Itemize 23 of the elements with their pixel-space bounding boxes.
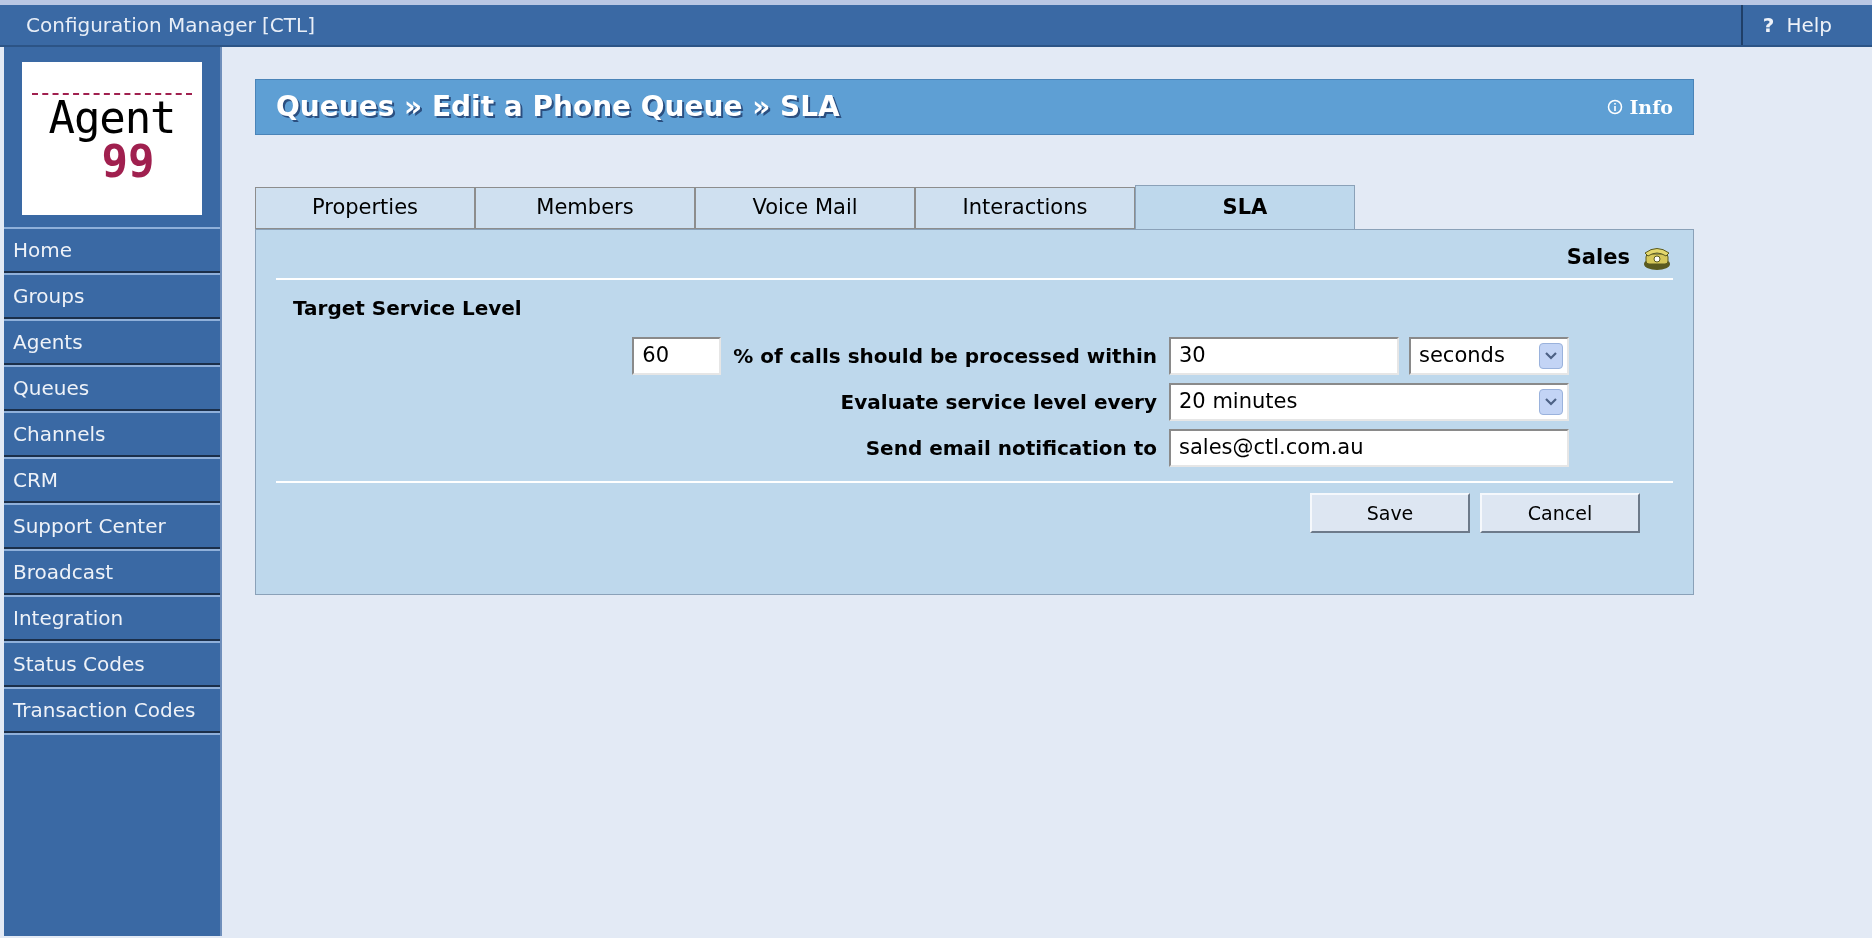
tab[interactable]: SLA <box>1135 185 1355 229</box>
tab[interactable]: Properties <box>255 187 475 229</box>
tab[interactable]: Voice Mail <box>695 187 915 229</box>
action-button[interactable]: Save <box>1310 493 1470 533</box>
info-link[interactable]: Info <box>1607 92 1673 122</box>
dropdown[interactable]: 20 minutes <box>1169 383 1569 421</box>
help-link[interactable]: ? Help <box>1740 5 1872 45</box>
action-button[interactable]: Cancel <box>1480 493 1640 533</box>
dropdown[interactable]: seconds <box>1409 337 1569 375</box>
queue-name: Sales <box>1566 244 1630 272</box>
input-field[interactable]: sales@ctl.com.au <box>1169 429 1569 467</box>
input-field[interactable]: 60 <box>632 337 722 375</box>
tab[interactable]: Interactions <box>915 187 1135 229</box>
input-field[interactable]: 30 <box>1169 337 1399 375</box>
logo: Agent 99 <box>22 62 202 215</box>
section-title: Target Service Level <box>293 295 523 322</box>
page-title: Queues » Edit a Phone Queue » SLA <box>276 89 841 125</box>
info-icon <box>1607 99 1624 115</box>
app-title: Configuration Manager [CTL] <box>25 12 316 39</box>
field-label: % of calls should be processed within <box>733 343 1157 370</box>
tab[interactable]: Members <box>475 187 695 229</box>
field-label: Evaluate service level every <box>840 389 1157 416</box>
field-label: Send email notification to <box>865 435 1157 462</box>
